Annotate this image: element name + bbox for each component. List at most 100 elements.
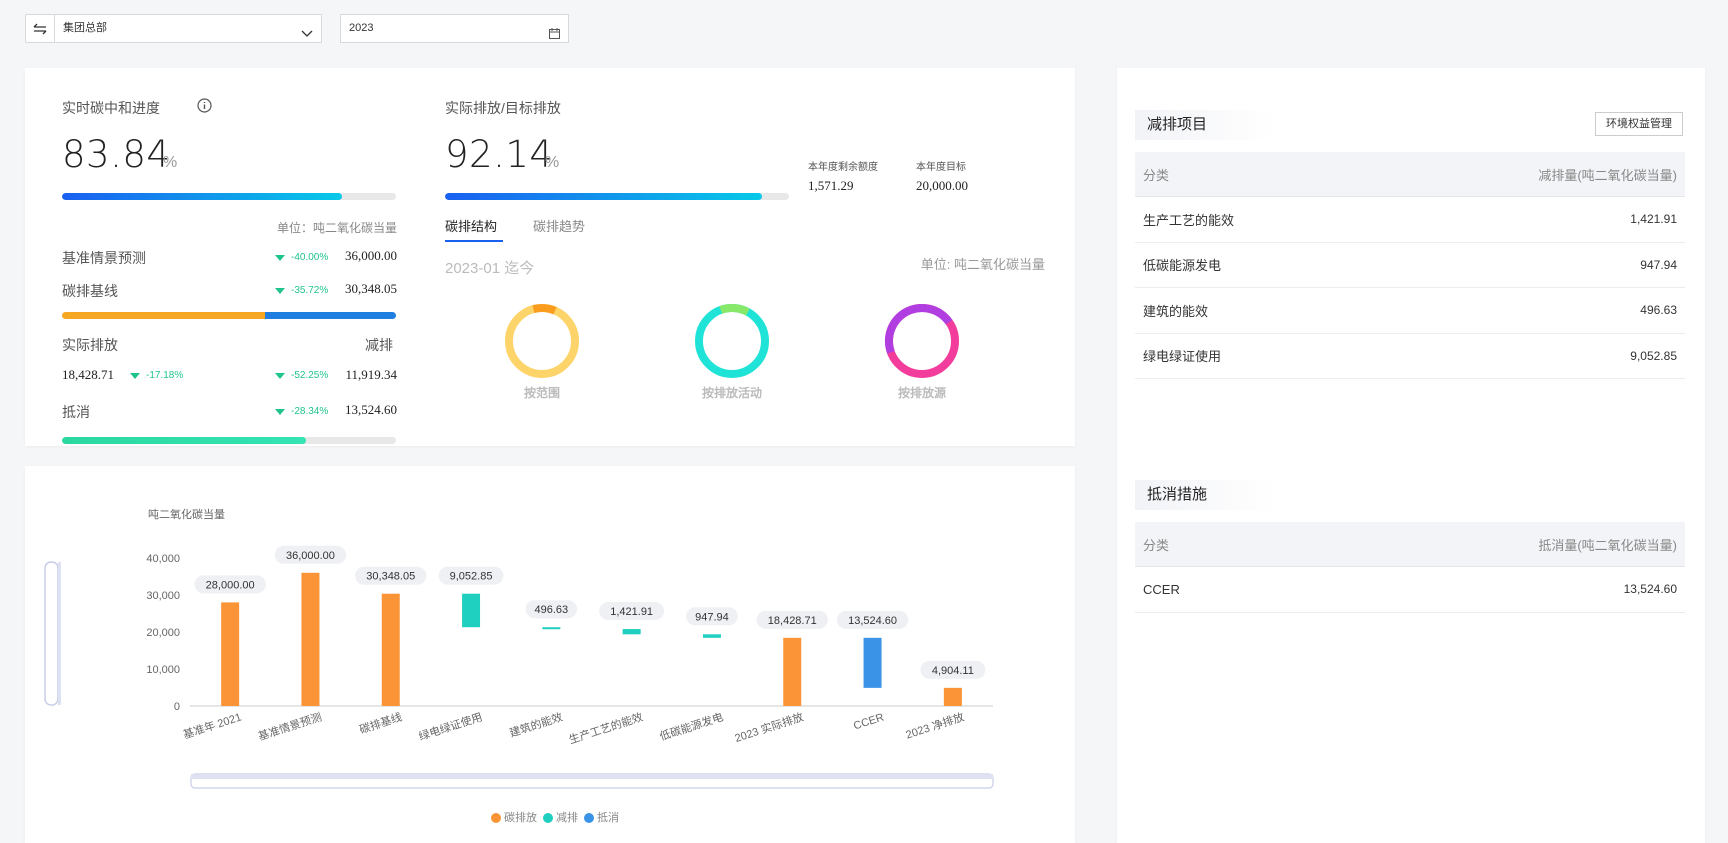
tab-emission-trend[interactable]: 碳排趋势	[533, 216, 585, 235]
down-arrow-icon	[275, 288, 285, 294]
org-select-value: 集团总部	[63, 22, 107, 34]
table-header: 分类 减排量(吨二氧化碳当量)	[1135, 152, 1685, 197]
y-tick-label: 40,000	[146, 553, 180, 565]
row-value: 947.94	[1640, 257, 1677, 272]
data-label: 13,524.60	[848, 615, 897, 627]
row-name: 生产工艺的能效	[1143, 212, 1235, 228]
reduction-label: 减排	[365, 337, 393, 353]
legend-item-reduction[interactable]: 减排	[543, 809, 578, 825]
annual-goal-label: 本年度目标	[916, 162, 966, 173]
org-select[interactable]: 集团总部	[54, 14, 322, 43]
x-tick-label: 基准年 2021	[181, 710, 243, 742]
down-arrow-icon	[275, 409, 285, 415]
offset-measures-title: 抵消措施	[1135, 480, 1275, 510]
row-value: 13,524.60	[1623, 582, 1677, 597]
x-tick-label: 建筑的能效	[508, 710, 565, 740]
unit-label: 单位：吨二氧化碳当量	[276, 221, 397, 235]
vertical-zoom-slider	[44, 561, 59, 706]
donut-by-source[interactable]	[882, 301, 962, 381]
remaining-quota-value: 1,571.29	[808, 178, 854, 193]
horizontal-zoom-slider-top	[191, 774, 993, 779]
chevron-down-icon	[301, 23, 313, 50]
table-row[interactable]: CCER 13,524.60	[1135, 567, 1685, 613]
neutrality-progress-title: 实时碳中和进度	[62, 100, 160, 116]
calendar-icon	[549, 23, 560, 50]
bar	[542, 627, 561, 630]
period-label: 2023-01 迄今	[445, 260, 535, 277]
donut-by-scope-label: 按范围	[523, 386, 560, 400]
data-label: 947.94	[695, 611, 729, 623]
split-emission-segment	[62, 312, 265, 319]
environment-rights-management-button[interactable]: 环境权益管理	[1595, 112, 1683, 136]
year-picker[interactable]: 2023	[340, 14, 569, 43]
reduction-projects-title: 减排项目	[1135, 110, 1275, 140]
data-label: 28,000.00	[206, 579, 255, 591]
bar	[943, 687, 962, 706]
offset-value: 13,524.60	[345, 402, 397, 417]
row-value: 1,421.91	[1630, 212, 1677, 227]
row-name: CCER	[1143, 581, 1180, 597]
col-category: 分类	[1143, 537, 1170, 553]
carbon-baseline-value: 30,348.05	[345, 281, 397, 296]
info-icon[interactable]	[197, 98, 212, 118]
row-value: 9,052.85	[1630, 348, 1677, 363]
row-name: 建筑的能效	[1143, 303, 1209, 319]
data-label: 36,000.00	[286, 550, 335, 562]
offset-progress-fill	[62, 437, 306, 444]
y-tick-label: 30,000	[146, 590, 180, 602]
bar	[462, 593, 481, 628]
x-tick-label: 2023 实际排放	[733, 710, 805, 745]
tab-active-underline	[445, 240, 503, 242]
neutrality-progress-fill	[62, 193, 343, 200]
legend-dot	[491, 813, 501, 824]
neutrality-progress-value: 83.84	[62, 133, 171, 176]
annual-goal-value: 20,000.00	[916, 178, 968, 193]
col-category: 分类	[1143, 167, 1170, 183]
data-label: 496.63	[535, 604, 569, 616]
waterfall-chart-card: 吨二氧化碳当量 0 10,000 20,000 30,000 40,000 28,000.0…	[25, 466, 1075, 843]
table-row[interactable]: 生产工艺的能效 1,421.91	[1135, 197, 1685, 243]
down-arrow-icon	[275, 255, 285, 261]
x-tick-label: 2023 净排放	[904, 710, 966, 742]
structure-unit-label: 单位: 吨二氧化碳当量	[920, 257, 1045, 272]
row-name: 低碳能源发电	[1143, 258, 1222, 274]
x-tick-label: 碳排基线	[358, 710, 404, 737]
legend-item-offset[interactable]: 抵消	[584, 809, 619, 825]
table-row[interactable]: 建筑的能效 496.63	[1135, 288, 1685, 334]
data-label: 30,348.05	[366, 571, 415, 583]
actual-emission-pct: -17.18%	[146, 370, 184, 381]
tab-emission-structure[interactable]: 碳排结构	[445, 216, 497, 235]
legend-item-emission[interactable]: 碳排放	[491, 809, 537, 825]
donut-by-activity[interactable]	[692, 301, 772, 381]
x-tick-label: 绿电绿证使用	[417, 710, 484, 744]
legend-label: 抵消	[597, 812, 619, 824]
neutrality-progress-unit: %	[163, 154, 178, 171]
y-tick-label: 10,000	[146, 664, 180, 676]
row-name: 绿电绿证使用	[1143, 349, 1222, 365]
bar	[221, 602, 240, 706]
donut-by-scope[interactable]	[502, 301, 582, 381]
waterfall-chart: 吨二氧化碳当量 0 10,000 20,000 30,000 40,000 28,000.0…	[44, 507, 994, 789]
legend-label: 减排	[556, 812, 578, 824]
offset-progress-bar	[62, 437, 396, 444]
col-amount: 抵消量(吨二氧化碳当量)	[1538, 537, 1677, 553]
data-label: 18,428.71	[768, 615, 817, 627]
down-arrow-icon	[275, 373, 285, 379]
y-tick-label: 0	[174, 701, 180, 713]
x-tick-label: 低碳能源发电	[658, 710, 725, 744]
bar	[863, 637, 882, 688]
remaining-quota-label: 本年度剩余额度	[808, 162, 878, 173]
split-reduction-segment	[264, 312, 396, 319]
target-value: 92.14	[445, 133, 554, 176]
swap-icon[interactable]	[25, 14, 55, 43]
table-row[interactable]: 低碳能源发电 947.94	[1135, 243, 1685, 288]
carbon-progress-card: 实时碳中和进度 83.84 % 单位：吨二氧化碳当量 基准情景预测 -40.00…	[25, 68, 1075, 446]
bar	[622, 629, 641, 635]
target-unit: %	[545, 154, 560, 171]
vertical-zoom-slider-edge	[58, 562, 61, 705]
table-row[interactable]: 绿电绿证使用 9,052.85	[1135, 334, 1685, 379]
bar	[381, 593, 400, 706]
reduction-value: 11,919.34	[345, 367, 397, 382]
target-title: 实际排放/目标排放	[445, 100, 561, 116]
donut-by-activity-label: 按排放活动	[701, 386, 762, 400]
